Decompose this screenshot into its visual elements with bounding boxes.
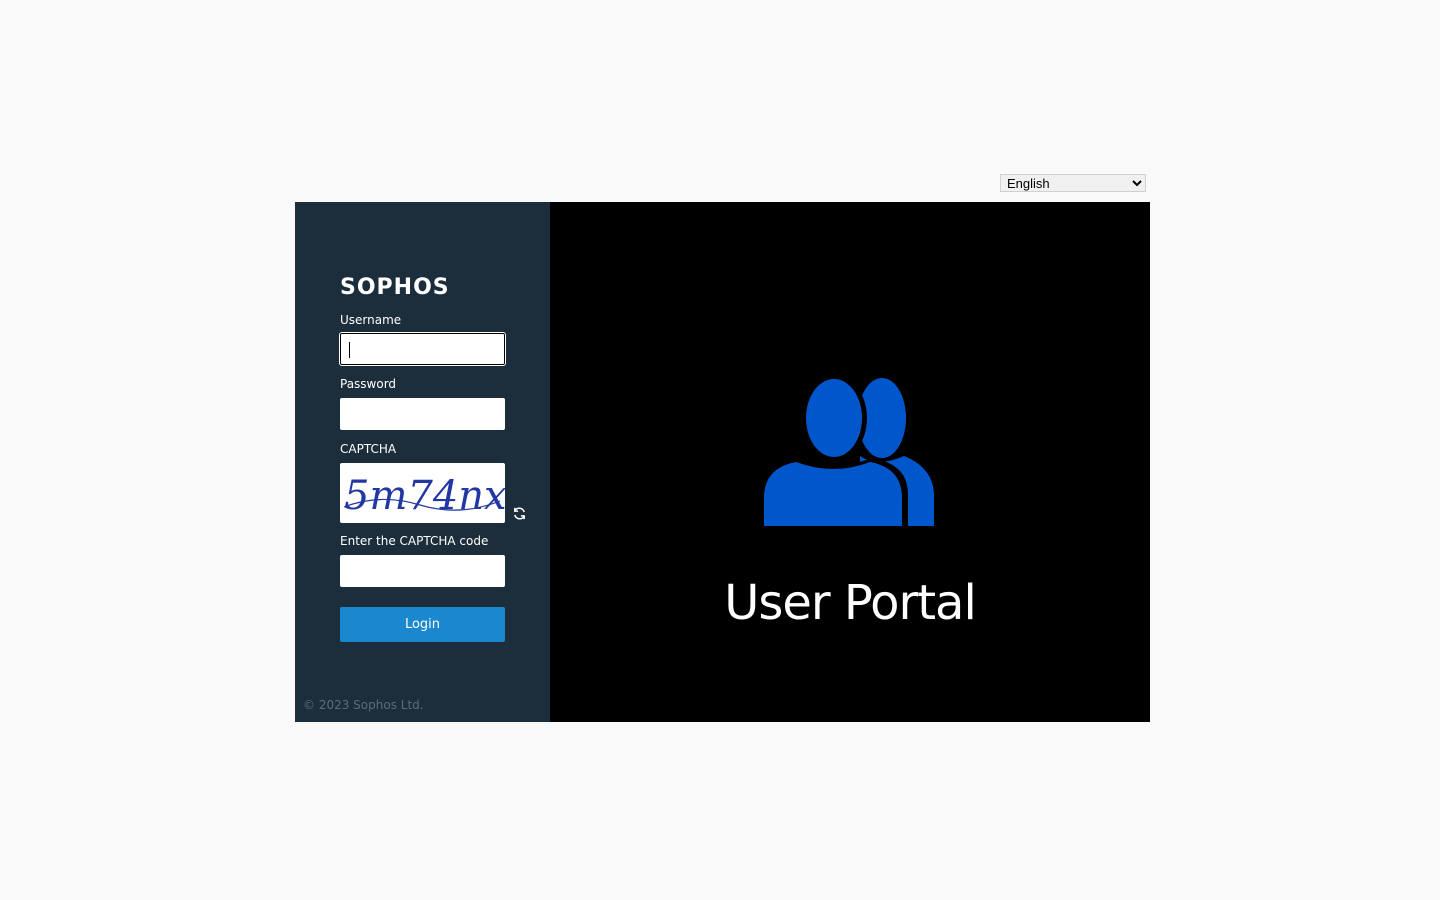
captcha-image-text: 5m74nx [344,473,505,519]
copyright-text: © 2023 Sophos Ltd. [303,698,424,712]
hero-panel: User Portal [550,202,1150,722]
sophos-logo: SOPHOS [340,275,450,297]
login-button[interactable]: Login [340,607,505,642]
captcha-code-label: Enter the CAPTCHA code [340,534,489,548]
text-caret [349,342,350,358]
refresh-captcha-icon[interactable] [512,506,527,521]
portal-title: User Portal [724,575,977,631]
captcha-image: 5m74nx [340,463,505,523]
username-label: Username [340,313,402,327]
password-input[interactable] [340,398,505,430]
username-input[interactable] [340,333,505,365]
captcha-code-input[interactable] [340,555,505,587]
captcha-label: CAPTCHA [340,442,397,456]
password-label: Password [340,377,397,391]
login-panel: SOPHOS Username Password CAPTCHA 5m74nx … [295,202,550,722]
users-icon [764,376,934,526]
language-select[interactable]: English [1000,174,1146,192]
svg-text:SOPHOS: SOPHOS [340,275,450,297]
login-card: SOPHOS Username Password CAPTCHA 5m74nx … [295,202,1150,722]
